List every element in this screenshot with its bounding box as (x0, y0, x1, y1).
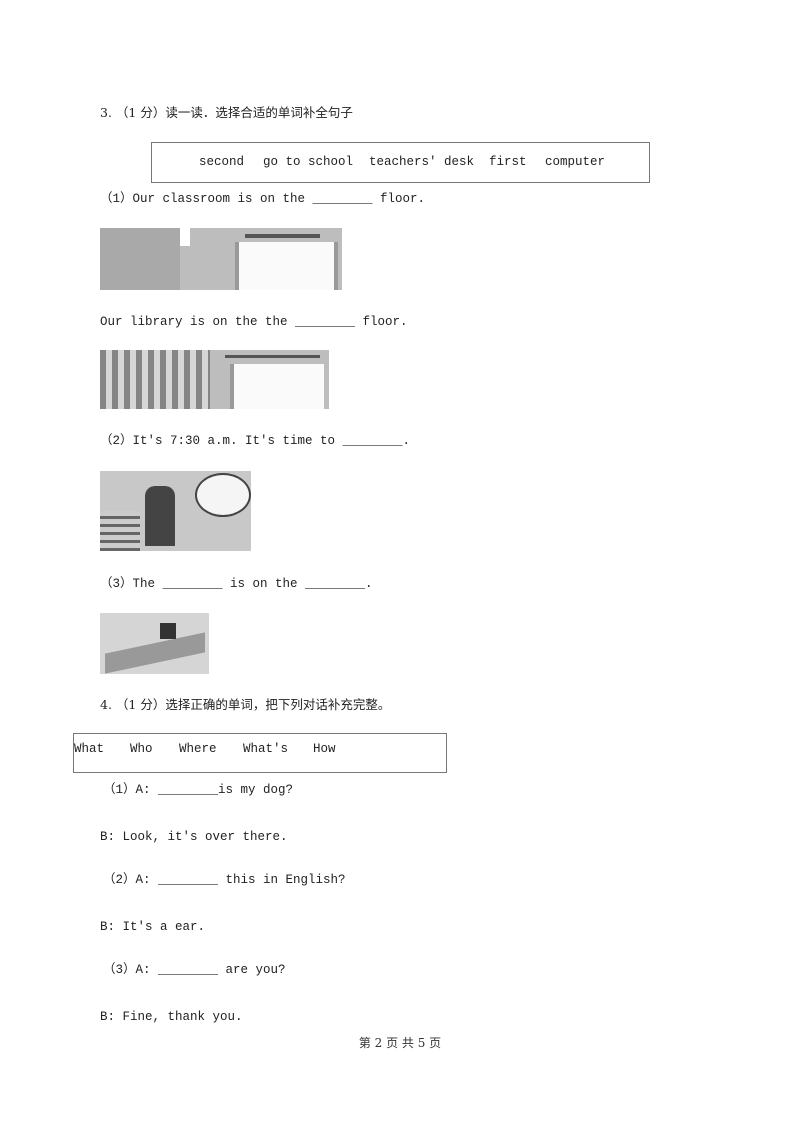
word-option: Where (179, 742, 217, 756)
word-bank-q3: second go to school teachers' desk first… (151, 142, 650, 183)
word-option: computer (545, 154, 606, 169)
question-4-title: 4. （1 分）选择正确的单词，把下列对话补充完整。 (100, 697, 391, 712)
word-option: teachers' desk (369, 154, 475, 169)
word-option: first (489, 154, 527, 169)
sentence-2: （2）It's 7:30 a.m. It's time to ________. (100, 434, 411, 448)
library-stairs-picture (100, 350, 329, 409)
dialogue-2-b: B: It's a ear. (100, 920, 206, 934)
question-3-title: 3. （1 分）读一读．选择合适的单词补全句子 (100, 105, 353, 120)
dialogue-3-b: B: Fine, thank you. (100, 1010, 243, 1024)
page-footer: 第 2 页 共 5 页 (358, 1036, 442, 1050)
clock-boy-picture (100, 471, 251, 551)
word-option: go to school (263, 154, 354, 169)
dialogue-1-a: （1）A: ________is my dog? (103, 783, 294, 797)
sentence-1: （1）Our classroom is on the ________ floo… (100, 192, 426, 206)
dialogue-3-a: （3）A: ________ are you? (103, 963, 286, 977)
word-bank-q4: What Who Where What's How (73, 733, 447, 773)
desk-computer-picture (100, 613, 209, 674)
word-option: second (199, 154, 245, 169)
word-option: What's (243, 742, 289, 756)
classroom-door-picture (100, 228, 342, 290)
clock-icon (195, 473, 251, 517)
word-option: What (74, 742, 105, 756)
word-option: Who (130, 742, 153, 756)
word-option: How (313, 742, 336, 756)
dialogue-1-b: B: Look, it's over there. (100, 830, 288, 844)
sentence-1b: Our library is on the the ________ floor… (100, 315, 408, 329)
dialogue-2-a: （2）A: ________ this in English? (103, 873, 346, 887)
sentence-3: （3）The ________ is on the ________. (100, 577, 373, 591)
